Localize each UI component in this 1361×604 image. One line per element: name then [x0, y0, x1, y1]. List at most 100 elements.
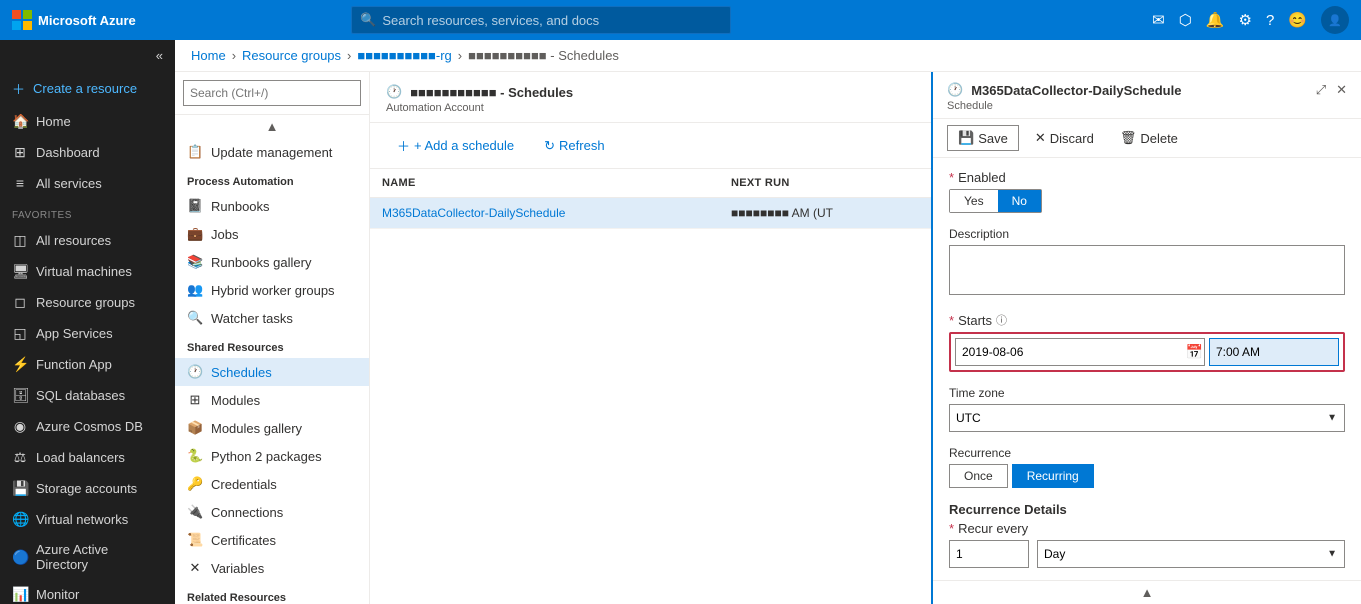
sidebar-item-resource-groups[interactable]: ◻ Resource groups: [0, 287, 175, 318]
starts-info-icon: ⓘ: [996, 312, 1007, 328]
feedback-icon[interactable]: 😊: [1288, 11, 1307, 29]
breadcrumb-resource-groups[interactable]: Resource groups: [242, 48, 341, 63]
schedule-name-cell[interactable]: M365DataCollector-DailySchedule: [370, 198, 719, 229]
left-nav-item-jobs[interactable]: 💼 Jobs: [175, 220, 369, 248]
sidebar-item-vms[interactable]: 🖥 Virtual machines: [0, 256, 175, 287]
variables-icon: ✕: [187, 560, 203, 576]
help-icon[interactable]: ?: [1266, 12, 1274, 29]
left-nav-item-runbooks-gallery[interactable]: 📚 Runbooks gallery: [175, 248, 369, 276]
enabled-section: * Enabled Yes No: [949, 170, 1345, 213]
sidebar-item-all-services[interactable]: ≡ All services: [0, 168, 175, 198]
add-schedule-button[interactable]: ＋ + Add a schedule: [386, 131, 525, 160]
left-nav-item-modules[interactable]: ⊞ Modules: [175, 386, 369, 414]
sidebar-item-home[interactable]: 🏠 Home: [0, 106, 175, 137]
sidebar-item-label: Azure Cosmos DB: [36, 419, 143, 434]
refresh-icon: ↻: [544, 138, 555, 154]
sidebar-item-all-resources[interactable]: ◫ All resources: [0, 225, 175, 256]
scroll-up-button[interactable]: ▲: [933, 580, 1361, 604]
starts-label: * Starts ⓘ: [949, 312, 1345, 328]
left-nav-item-python2[interactable]: 🐍 Python 2 packages: [175, 442, 369, 470]
left-nav-item-watcher-tasks[interactable]: 🔍 Watcher tasks: [175, 304, 369, 332]
schedule-next-run-cell: ■■■■■■■■ AM (UT: [719, 198, 931, 229]
sidebar-item-vnet[interactable]: 🌐 Virtual networks: [0, 504, 175, 535]
page-title-text: ■■■■■■■■■■■ - Schedules: [410, 85, 573, 100]
schedules-table: NAME NEXT RUN M365DataCollector-DailySch…: [370, 169, 931, 604]
enabled-yes-btn[interactable]: Yes: [950, 190, 998, 212]
starts-date-input[interactable]: [955, 338, 1205, 366]
notifications-icon[interactable]: ✉: [1152, 11, 1165, 29]
sidebar-item-function-app[interactable]: ⚡ Function App: [0, 349, 175, 380]
enabled-toggle-group: Yes No: [949, 189, 1042, 213]
recurrence-once-btn[interactable]: Once: [949, 464, 1008, 488]
left-nav-item-connections[interactable]: 🔌 Connections: [175, 498, 369, 526]
recur-every-input[interactable]: [949, 540, 1029, 568]
recur-unit-select[interactable]: Day Hour Week Month: [1037, 540, 1345, 568]
left-nav-item-credentials[interactable]: 🔑 Credentials: [175, 470, 369, 498]
starts-date-container: 📅: [955, 338, 1205, 366]
sidebar-item-storage[interactable]: 💾 Storage accounts: [0, 473, 175, 504]
left-nav-item-label: Runbooks gallery: [211, 255, 311, 270]
sidebar-item-aad[interactable]: 🔵 Azure Active Directory: [0, 535, 175, 579]
description-input[interactable]: [949, 245, 1345, 295]
left-nav-item-runbooks[interactable]: 📓 Runbooks: [175, 192, 369, 220]
left-nav-item-label: Hybrid worker groups: [211, 283, 335, 298]
left-nav-item-label: Variables: [211, 561, 264, 576]
all-services-icon: ≡: [12, 175, 28, 191]
dashboard-icon: ⊞: [12, 144, 28, 161]
left-nav-section-related-resources: Related Resources: [175, 582, 369, 604]
certificates-icon: 📜: [187, 532, 203, 548]
left-nav-item-label: Watcher tasks: [211, 311, 293, 326]
left-nav-item-certificates[interactable]: 📜 Certificates: [175, 526, 369, 554]
left-nav-search-container: [175, 72, 369, 115]
left-nav-item-update-management[interactable]: 📋 Update management: [175, 138, 369, 166]
recurrence-recurring-btn[interactable]: Recurring: [1012, 464, 1094, 488]
timezone-select[interactable]: UTC UTC+1 UTC-5 US Eastern US Pacific: [949, 404, 1345, 432]
hybrid-workers-icon: 👥: [187, 282, 203, 298]
sidebar-item-cosmos[interactable]: ◉ Azure Cosmos DB: [0, 411, 175, 442]
sidebar-item-label: Dashboard: [36, 145, 100, 160]
cloud-shell-icon[interactable]: ⬡: [1179, 11, 1192, 29]
sidebar-item-app-services[interactable]: ◱ App Services: [0, 318, 175, 349]
discard-button[interactable]: ✕ Discard: [1025, 126, 1104, 150]
left-nav-item-hybrid-workers[interactable]: 👥 Hybrid worker groups: [175, 276, 369, 304]
runbooks-gallery-icon: 📚: [187, 254, 203, 270]
calendar-icon[interactable]: 📅: [1186, 344, 1203, 361]
settings-icon[interactable]: ⚙: [1238, 11, 1251, 29]
table-row[interactable]: M365DataCollector-DailySchedule ■■■■■■■■…: [370, 198, 931, 229]
starts-time-input[interactable]: [1209, 338, 1339, 366]
jobs-icon: 💼: [187, 226, 203, 242]
save-button[interactable]: 💾 Save: [947, 125, 1019, 151]
left-nav-section-shared-resources: Shared Resources: [175, 332, 369, 358]
left-nav-item-schedules[interactable]: 🕐 Schedules: [175, 358, 369, 386]
sidebar-item-load-balancers[interactable]: ⚖ Load balancers: [0, 442, 175, 473]
left-nav-search-input[interactable]: [183, 80, 361, 106]
left-nav-item-variables[interactable]: ✕ Variables: [175, 554, 369, 582]
recurrence-toggle-group: Once Recurring: [949, 464, 1345, 488]
maximize-icon[interactable]: ⤢: [1316, 82, 1326, 98]
left-nav-item-modules-gallery[interactable]: 📦 Modules gallery: [175, 414, 369, 442]
sidebar-collapse-btn[interactable]: «: [0, 40, 175, 71]
right-panel-icon: 🕐: [947, 82, 963, 98]
starts-time-container: [1209, 338, 1339, 366]
global-search[interactable]: 🔍 Search resources, services, and docs: [351, 6, 731, 34]
close-icon[interactable]: ✕: [1336, 82, 1347, 98]
page-title: 🕐 ■■■■■■■■■■■ - Schedules: [386, 84, 915, 100]
breadcrumb-rg-name[interactable]: ■■■■■■■■■■-rg: [357, 48, 451, 63]
breadcrumb-home[interactable]: Home: [191, 48, 226, 63]
left-nav-item-label: Runbooks: [211, 199, 270, 214]
enabled-no-btn[interactable]: No: [998, 190, 1041, 212]
delete-button[interactable]: 🗑 Delete: [1110, 126, 1188, 150]
sidebar-create-resource[interactable]: ＋ Create a resource: [0, 71, 175, 106]
right-panel-title: 🕐 M365DataCollector-DailySchedule: [947, 82, 1181, 98]
search-placeholder: Search resources, services, and docs: [382, 13, 599, 28]
sidebar-item-sql[interactable]: 🗄 SQL databases: [0, 380, 175, 411]
sidebar: « ＋ Create a resource 🏠 Home ⊞ Dashboard…: [0, 40, 175, 604]
sidebar-item-monitor[interactable]: 📊 Monitor: [0, 579, 175, 604]
refresh-button[interactable]: ↻ Refresh: [533, 133, 615, 159]
description-section: Description: [949, 227, 1345, 298]
user-avatar[interactable]: 👤: [1321, 6, 1349, 34]
bell-icon[interactable]: 🔔: [1206, 11, 1225, 29]
sidebar-item-dashboard[interactable]: ⊞ Dashboard: [0, 137, 175, 168]
sidebar-item-label: Resource groups: [36, 295, 135, 310]
right-panel-body: * Enabled Yes No Description: [933, 158, 1361, 580]
